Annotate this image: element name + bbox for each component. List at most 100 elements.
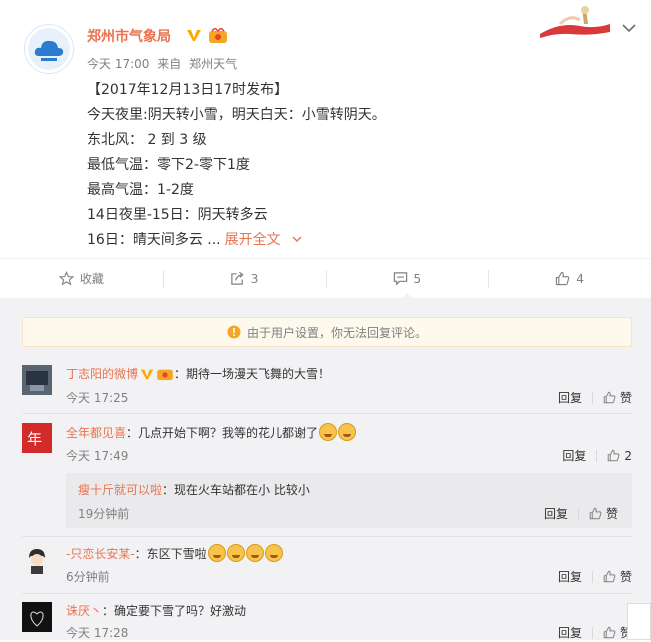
divider xyxy=(22,413,632,414)
chevron-down-icon[interactable] xyxy=(621,20,637,36)
comment-time: 6分钟前 xyxy=(66,570,110,584)
post-line: 16日：晴天间多云 ... xyxy=(87,232,221,248)
divider xyxy=(591,626,593,639)
comment-item: 诛厌丶 ：确定要下雪了吗？好激动 今天 17:28 回复 赞 xyxy=(22,602,632,642)
comment-item: -只恋长安某- ：东区下雪啦 6分钟前 回复 赞 xyxy=(22,544,632,584)
notice-text: 由于用户设置，你无法回复评论。 xyxy=(246,325,427,340)
thumbs-up-icon[interactable] xyxy=(607,449,620,462)
comment-text: 全年都见喜 ：几点开始下啊？我等的花儿都谢了 xyxy=(66,423,357,441)
commenter-name[interactable]: 全年都见喜 xyxy=(66,424,126,441)
repost-icon xyxy=(231,271,244,285)
divider xyxy=(22,593,632,594)
commenter-avatar[interactable]: 年 xyxy=(22,423,52,453)
comments-section: 由于用户设置，你无法回复评论。 丁志阳的微博 ：期待一场漫天飞舞的大雪！ 今天 … xyxy=(0,298,651,640)
post-source[interactable]: 郑州天气 xyxy=(189,57,237,71)
svg-text:年: 年 xyxy=(27,430,42,448)
thumbs-up-icon[interactable] xyxy=(603,391,616,404)
post-time[interactable]: 今天 17:00 xyxy=(87,57,149,71)
like-label[interactable]: 赞 xyxy=(606,505,618,522)
reply-text: 瘦十斤就可以啦 ：现在火车站都在小 比较小 xyxy=(78,481,310,498)
comment-item: 丁志阳的微博 ：期待一场漫天飞舞的大雪！ 今天 17:25 回复 赞 xyxy=(22,365,632,405)
favorite-label: 收藏 xyxy=(79,272,104,286)
thumbs-up-icon[interactable] xyxy=(603,570,616,583)
thumbs-up-icon xyxy=(556,271,570,286)
comment-time: 今天 17:28 xyxy=(66,626,129,640)
star-icon xyxy=(58,271,74,286)
post-line: 最低气温：零下2-零下1度 xyxy=(87,157,250,173)
reply-button[interactable]: 回复 xyxy=(558,568,582,585)
divider xyxy=(22,536,632,537)
post-action-bar: 收藏 3 5 4 xyxy=(0,258,651,299)
chevron-down-icon xyxy=(292,236,302,242)
post-line: 【2017年12月13日17时发布】 xyxy=(87,82,289,98)
commenter-name[interactable]: 诛厌丶 xyxy=(66,602,102,619)
reply-button[interactable]: 回复 xyxy=(544,505,568,522)
thumbs-up-icon[interactable] xyxy=(589,507,602,520)
divider xyxy=(591,391,593,404)
like-label[interactable]: 赞 xyxy=(620,389,632,406)
post-line: 今天夜里:阴天转小雪，明天白天：小雪转阴天。 xyxy=(87,107,386,123)
weibo-post: 郑州市气象局 今天 17:00 来自 郑州天气 【2017年12月13日17时发… xyxy=(0,0,651,258)
commenter-avatar[interactable] xyxy=(22,544,52,574)
comment-time: 今天 17:49 xyxy=(66,449,129,463)
scroll-to-top-button[interactable] xyxy=(627,603,651,640)
divider xyxy=(596,449,598,462)
emoji-icon xyxy=(226,544,245,562)
weather-bureau-logo xyxy=(28,28,70,70)
festive-decoration-icon xyxy=(540,6,610,38)
vip-member-icon[interactable] xyxy=(156,367,174,381)
commenter-avatar[interactable] xyxy=(22,602,52,632)
comment-actions: 回复 赞 xyxy=(558,624,632,641)
comment-body: ：几点开始下啊？我等的花儿都谢了 xyxy=(126,425,319,440)
comment-text: -只恋长安某- ：东区下雪啦 xyxy=(66,544,283,562)
post-content: 【2017年12月13日17时发布】 今天夜里:阴天转小雪，明天白天：小雪转阴天… xyxy=(87,78,627,253)
warning-icon xyxy=(227,325,241,339)
comment-actions: 回复 赞 xyxy=(558,389,632,406)
emoji-icon xyxy=(338,423,357,441)
post-line: 东北风： 2 到 3 级 xyxy=(87,132,207,148)
author-avatar[interactable] xyxy=(24,24,74,74)
comment-actions: 回复 赞 xyxy=(558,568,632,585)
reply-actions: 回复 赞 xyxy=(544,505,618,522)
like-count[interactable]: 2 xyxy=(624,449,632,463)
like-label[interactable]: 赞 xyxy=(620,568,632,585)
emoji-icon xyxy=(319,423,338,441)
favorite-button[interactable]: 收藏 xyxy=(0,259,163,299)
like-button[interactable]: 4 xyxy=(488,259,651,299)
emoji-icon xyxy=(264,544,283,562)
post-from-label: 来自 xyxy=(157,57,182,71)
thumbs-up-icon[interactable] xyxy=(603,626,616,639)
author-name[interactable]: 郑州市气象局 xyxy=(87,26,171,46)
commenter-avatar[interactable] xyxy=(22,365,52,395)
divider xyxy=(577,507,579,520)
post-meta: 今天 17:00 来自 郑州天气 xyxy=(87,55,241,72)
reply-button[interactable]: 回复 xyxy=(558,389,582,406)
divider xyxy=(591,570,593,583)
post-line-last: 16日：晴天间多云 ... 展开全文 xyxy=(87,228,627,253)
nested-reply: 瘦十斤就可以啦 ：现在火车站都在小 比较小 19分钟前 回复 赞 xyxy=(66,473,632,528)
vip-member-icon[interactable] xyxy=(208,28,228,44)
reply-body: ：现在火车站都在小 比较小 xyxy=(162,483,310,497)
verified-icon xyxy=(140,369,154,379)
comment-body: ：东区下雪啦 xyxy=(134,546,207,561)
verified-icon xyxy=(187,30,201,41)
commenter-name[interactable]: -只恋长安某- xyxy=(66,545,135,562)
commenter-name[interactable]: 丁志阳的微博 xyxy=(66,365,138,382)
comment-body: ：期待一场漫天飞舞的大雪！ xyxy=(174,367,331,381)
comment-time: 今天 17:25 xyxy=(66,391,129,405)
reply-button[interactable]: 回复 xyxy=(558,624,582,641)
comment-item: 年 全年都见喜 ：几点开始下啊？我等的花儿都谢了 今天 17:49 回复 2 xyxy=(22,423,632,463)
reply-time: 19分钟前 xyxy=(78,507,130,521)
comment-text: 诛厌丶 ：确定要下雪了吗？好激动 xyxy=(66,602,246,619)
replier-name[interactable]: 瘦十斤就可以啦 xyxy=(78,481,162,498)
expand-full-text-link[interactable]: 展开全文 xyxy=(225,232,303,248)
comment-text: 丁志阳的微博 ：期待一场漫天飞舞的大雪！ xyxy=(66,365,330,382)
post-line: 最高气温：1-2度 xyxy=(87,182,194,198)
repost-button[interactable]: 3 xyxy=(162,259,326,299)
comment-actions: 回复 2 xyxy=(562,447,632,464)
emoji-icon xyxy=(245,544,264,562)
comment-body: ：确定要下雪了吗？好激动 xyxy=(102,604,247,618)
comment-button[interactable]: 5 xyxy=(325,259,489,299)
comment-icon xyxy=(393,272,407,286)
reply-button[interactable]: 回复 xyxy=(562,447,586,464)
